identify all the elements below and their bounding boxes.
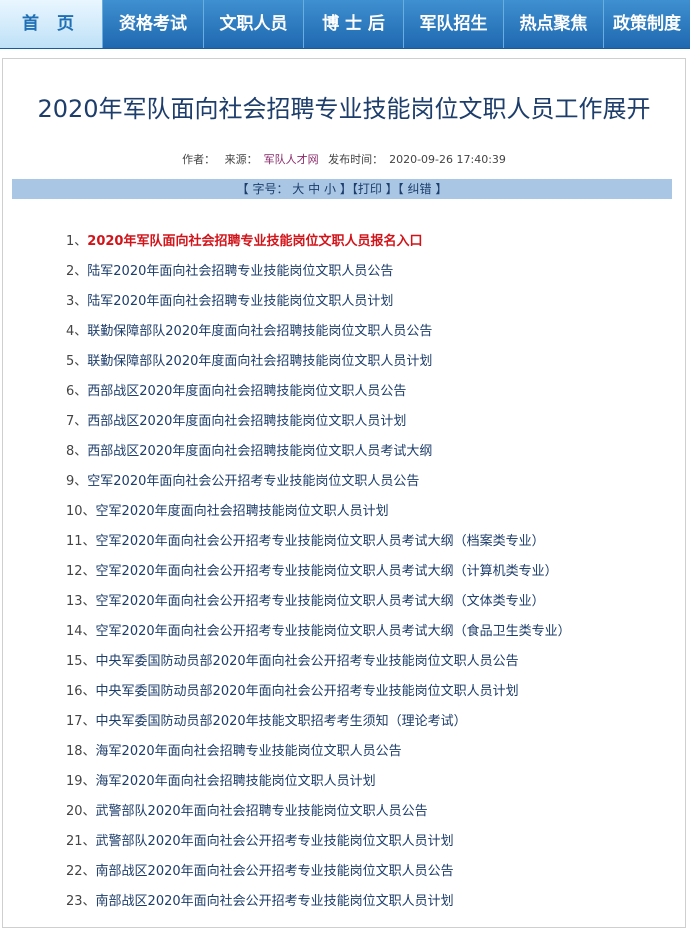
list-item: 7、西部战区2020年度面向社会招聘技能岗位文职人员计划 bbox=[66, 412, 571, 442]
list-item-number: 9、 bbox=[66, 474, 88, 489]
font-small-button[interactable]: 小 bbox=[324, 182, 336, 196]
article-container: 2020年军队面向社会招聘专业技能岗位文职人员工作展开 作者： 来源： 军队人才网… bbox=[2, 58, 686, 928]
list-item-number: 10、 bbox=[66, 504, 96, 519]
list-item-number: 8、 bbox=[66, 444, 88, 459]
list-item: 16、中央军委国防动员部2020年面向社会公开招考专业技能岗位文职人员计划 bbox=[66, 682, 571, 712]
list-item-number: 22、 bbox=[66, 864, 96, 879]
font-size-label: 【 字号： bbox=[236, 182, 289, 196]
list-item-number: 18、 bbox=[66, 744, 96, 759]
list-item-number: 2、 bbox=[66, 264, 88, 279]
list-item-link[interactable]: 空军2020年面向社会公开招考专业技能岗位文职人员考试大纲（档案类专业） bbox=[96, 534, 545, 549]
list-item: 8、西部战区2020年度面向社会招聘技能岗位文职人员考试大纲 bbox=[66, 442, 571, 472]
list-item: 14、空军2020年面向社会公开招考专业技能岗位文职人员考试大纲（食品卫生类专业… bbox=[66, 622, 571, 652]
article-toolbar: 【 字号： 大 中 小 】【打印 】【 纠错 】 bbox=[12, 179, 672, 199]
list-item: 20、武警部队2020年面向社会招聘专业技能岗位文职人员公告 bbox=[66, 802, 571, 832]
list-item: 17、中央军委国防动员部2020年技能文职招考考生须知（理论考试） bbox=[66, 712, 571, 742]
list-item: 1、2020年军队面向社会招聘专业技能岗位文职人员报名入口 bbox=[66, 232, 571, 262]
list-item: 3、陆军2020年面向社会招聘专业技能岗位文职人员计划 bbox=[66, 292, 571, 322]
list-item: 12、空军2020年面向社会公开招考专业技能岗位文职人员考试大纲（计算机类专业） bbox=[66, 562, 571, 592]
list-item-link[interactable]: 陆军2020年面向社会招聘专业技能岗位文职人员计划 bbox=[87, 294, 393, 309]
list-item-number: 20、 bbox=[66, 804, 96, 819]
list-item: 10、空军2020年度面向社会招聘技能岗位文职人员计划 bbox=[66, 502, 571, 532]
list-item-number: 12、 bbox=[66, 564, 96, 579]
list-item: 4、联勤保障部队2020年度面向社会招聘技能岗位文职人员公告 bbox=[66, 322, 571, 352]
list-item: 18、海军2020年面向社会招聘专业技能岗位文职人员公告 bbox=[66, 742, 571, 772]
source-label: 来源： bbox=[224, 153, 258, 166]
article-title: 2020年军队面向社会招聘专业技能岗位文职人员工作展开 bbox=[37, 95, 651, 123]
nav-item-policy[interactable]: 政策制度 bbox=[604, 0, 690, 48]
toolbar-close-bracket: 】 bbox=[435, 182, 448, 196]
list-item-link[interactable]: 武警部队2020年面向社会公开招考专业技能岗位文职人员计划 bbox=[96, 834, 454, 849]
list-item-link[interactable]: 中央军委国防动员部2020年面向社会公开招考专业技能岗位文职人员计划 bbox=[96, 684, 519, 699]
list-item-number: 19、 bbox=[66, 774, 96, 789]
author-label: 作者： bbox=[182, 153, 216, 166]
list-item-link[interactable]: 海军2020年面向社会招聘专业技能岗位文职人员公告 bbox=[96, 744, 402, 759]
list-item-number: 1、 bbox=[66, 234, 88, 249]
list-item-number: 11、 bbox=[66, 534, 96, 549]
list-item-number: 14、 bbox=[66, 624, 96, 639]
list-item: 9、空军2020年面向社会公开招考专业技能岗位文职人员公告 bbox=[66, 472, 571, 502]
list-item-link[interactable]: 空军2020年面向社会公开招考专业技能岗位文职人员考试大纲（计算机类专业） bbox=[96, 564, 558, 579]
nav-item-home[interactable]: 首 页 bbox=[0, 0, 103, 48]
list-item-number: 16、 bbox=[66, 684, 96, 699]
print-button[interactable]: 】【打印 bbox=[340, 182, 382, 196]
list-item: 11、空军2020年面向社会公开招考专业技能岗位文职人员考试大纲（档案类专业） bbox=[66, 532, 571, 562]
nav-item-qualification-exam[interactable]: 资格考试 bbox=[103, 0, 204, 48]
related-links-list: 1、2020年军队面向社会招聘专业技能岗位文职人员报名入口 2、陆军2020年面向… bbox=[66, 232, 571, 922]
font-medium-button[interactable]: 中 bbox=[308, 182, 320, 196]
list-item-number: 15、 bbox=[66, 654, 96, 669]
list-item-link[interactable]: 西部战区2020年度面向社会招聘技能岗位文职人员计划 bbox=[87, 414, 406, 429]
time-label: 发布时间： bbox=[328, 153, 384, 166]
list-item-number: 21、 bbox=[66, 834, 96, 849]
list-item-link[interactable]: 2020年军队面向社会招聘专业技能岗位文职人员报名入口 bbox=[87, 234, 422, 249]
list-item: 13、空军2020年面向社会公开招考专业技能岗位文职人员考试大纲（文体类专业） bbox=[66, 592, 571, 622]
list-item-link[interactable]: 陆军2020年面向社会招聘专业技能岗位文职人员公告 bbox=[87, 264, 393, 279]
list-item: 2、陆军2020年面向社会招聘专业技能岗位文职人员公告 bbox=[66, 262, 571, 292]
list-item-link[interactable]: 空军2020年面向社会公开招考专业技能岗位文职人员考试大纲（食品卫生类专业） bbox=[96, 624, 571, 639]
list-item-number: 17、 bbox=[66, 714, 96, 729]
list-item-link[interactable]: 联勤保障部队2020年度面向社会招聘技能岗位文职人员计划 bbox=[87, 354, 432, 369]
list-item: 23、南部战区2020年面向社会公开招考专业技能岗位文职人员计划 bbox=[66, 892, 571, 922]
list-item-number: 5、 bbox=[66, 354, 88, 369]
nav-item-postdoc[interactable]: 博 士 后 bbox=[304, 0, 404, 48]
list-item-link[interactable]: 南部战区2020年面向社会公开招考专业技能岗位文职人员计划 bbox=[96, 894, 454, 909]
list-item-number: 13、 bbox=[66, 594, 96, 609]
list-item-link[interactable]: 西部战区2020年度面向社会招聘技能岗位文职人员考试大纲 bbox=[87, 444, 432, 459]
list-item: 19、海军2020年面向社会招聘技能岗位文职人员计划 bbox=[66, 772, 571, 802]
nav-item-hot-topics[interactable]: 热点聚焦 bbox=[504, 0, 604, 48]
list-item: 6、西部战区2020年度面向社会招聘技能岗位文职人员公告 bbox=[66, 382, 571, 412]
list-item-link[interactable]: 空军2020年面向社会公开招考专业技能岗位文职人员公告 bbox=[87, 474, 419, 489]
nav-item-military-admission[interactable]: 军队招生 bbox=[404, 0, 504, 48]
correct-button[interactable]: 】【 纠错 bbox=[386, 182, 432, 196]
list-item-link[interactable]: 空军2020年面向社会公开招考专业技能岗位文职人员考试大纲（文体类专业） bbox=[96, 594, 545, 609]
publish-time: 2020-09-26 17:40:39 bbox=[389, 153, 506, 166]
list-item-link[interactable]: 空军2020年度面向社会招聘技能岗位文职人员计划 bbox=[96, 504, 389, 519]
article-meta: 作者： 来源： 军队人才网 发布时间： 2020-09-26 17:40:39 bbox=[3, 151, 685, 167]
list-item-number: 7、 bbox=[66, 414, 88, 429]
list-item-number: 3、 bbox=[66, 294, 88, 309]
top-nav: 首 页 资格考试 文职人员 博 士 后 军队招生 热点聚焦 政策制度 bbox=[0, 0, 690, 49]
list-item-link[interactable]: 武警部队2020年面向社会招聘专业技能岗位文职人员公告 bbox=[96, 804, 428, 819]
list-item-link[interactable]: 中央军委国防动员部2020年技能文职招考考生须知（理论考试） bbox=[96, 714, 467, 729]
list-item-number: 6、 bbox=[66, 384, 88, 399]
list-item: 21、武警部队2020年面向社会公开招考专业技能岗位文职人员计划 bbox=[66, 832, 571, 862]
list-item-link[interactable]: 海军2020年面向社会招聘技能岗位文职人员计划 bbox=[96, 774, 376, 789]
list-item: 15、中央军委国防动员部2020年面向社会公开招考专业技能岗位文职人员公告 bbox=[66, 652, 571, 682]
list-item: 22、南部战区2020年面向社会公开招考专业技能岗位文职人员公告 bbox=[66, 862, 571, 892]
nav-item-civilian-staff[interactable]: 文职人员 bbox=[204, 0, 304, 48]
list-item-number: 4、 bbox=[66, 324, 88, 339]
list-item-link[interactable]: 联勤保障部队2020年度面向社会招聘技能岗位文职人员公告 bbox=[87, 324, 432, 339]
source-link[interactable]: 军队人才网 bbox=[264, 153, 319, 166]
list-item: 5、联勤保障部队2020年度面向社会招聘技能岗位文职人员计划 bbox=[66, 352, 571, 382]
list-item-link[interactable]: 中央军委国防动员部2020年面向社会公开招考专业技能岗位文职人员公告 bbox=[96, 654, 519, 669]
font-large-button[interactable]: 大 bbox=[292, 182, 304, 196]
list-item-number: 23、 bbox=[66, 894, 96, 909]
list-item-link[interactable]: 西部战区2020年度面向社会招聘技能岗位文职人员公告 bbox=[87, 384, 406, 399]
list-item-link[interactable]: 南部战区2020年面向社会公开招考专业技能岗位文职人员公告 bbox=[96, 864, 454, 879]
